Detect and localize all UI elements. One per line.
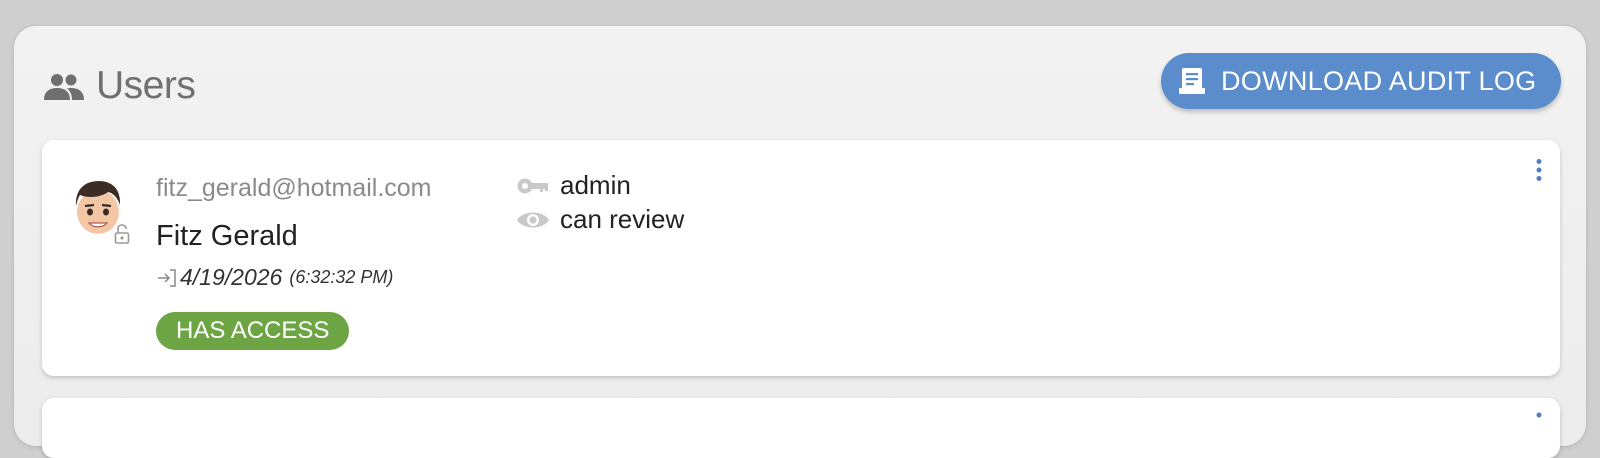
user-email: fitz_gerald@hotmail.com — [156, 174, 432, 202]
people-icon — [44, 74, 84, 100]
permission-label: can review — [560, 204, 685, 234]
lock-open-icon — [114, 224, 130, 244]
last-login-date: 4/19/2026 — [180, 264, 283, 290]
last-login-time: (6:32:32 PM) — [289, 267, 394, 287]
user-card: fitz_gerald@hotmail.com Fitz Gerald 4/19… — [42, 140, 1560, 376]
more-options-icon[interactable] — [1535, 158, 1543, 182]
eye-icon — [517, 212, 549, 227]
download-audit-log-button[interactable]: DOWNLOAD AUDIT LOG — [1161, 53, 1561, 109]
page-title: Users — [96, 64, 196, 107]
more-options-icon[interactable] — [1535, 410, 1543, 420]
login-icon — [158, 268, 176, 287]
status-badge: HAS ACCESS — [156, 312, 350, 350]
permission-item: admin — [516, 170, 631, 201]
last-login: 4/19/2026 (6:32:32 PM) — [156, 264, 393, 291]
download-audit-log-label: DOWNLOAD AUDIT LOG — [1221, 65, 1537, 96]
permission-label: admin — [560, 170, 631, 200]
permission-item: can review — [516, 204, 684, 235]
user-card-partial — [42, 398, 1560, 458]
receipt-icon — [1179, 68, 1205, 94]
user-name: Fitz Gerald — [156, 220, 298, 252]
key-icon — [517, 178, 548, 193]
